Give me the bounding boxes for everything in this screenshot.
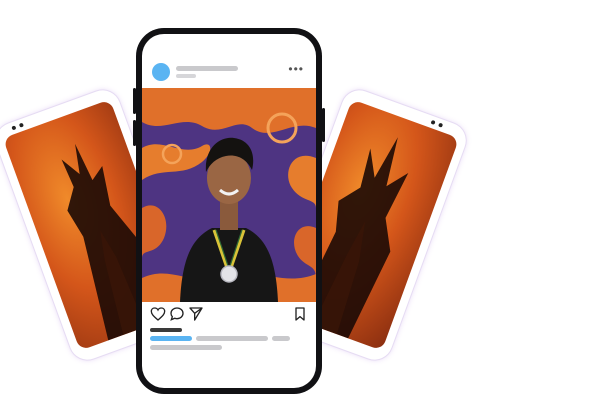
caption-text-placeholder [272, 336, 290, 341]
camera-dot [11, 125, 17, 131]
comments-link-placeholder[interactable] [150, 345, 222, 350]
more-horizontal-icon[interactable]: ••• [288, 62, 304, 76]
portrait-with-wave-background [142, 88, 316, 302]
camera-dot [438, 122, 444, 128]
front-phone: ••• [133, 28, 325, 394]
likes-count-placeholder [150, 328, 182, 332]
heart-icon[interactable] [150, 306, 166, 322]
camera-dot [430, 119, 436, 125]
bookmark-icon[interactable] [292, 306, 308, 322]
username-placeholder[interactable] [176, 66, 238, 71]
location-placeholder [176, 74, 196, 78]
volume-button [133, 88, 136, 114]
comment-icon[interactable] [169, 306, 185, 322]
post-actions [142, 306, 316, 326]
send-icon[interactable] [188, 306, 204, 322]
camera-dot [18, 122, 24, 128]
phone-mockup-scene: ••• [0, 0, 594, 420]
caption-text-placeholder [196, 336, 268, 341]
post-header: ••• [142, 60, 316, 90]
post-photo [142, 88, 316, 302]
phone-screen: ••• [142, 34, 316, 388]
volume-button [133, 120, 136, 146]
caption-username-placeholder[interactable] [150, 336, 192, 341]
power-button [322, 108, 325, 142]
avatar[interactable] [152, 63, 170, 81]
